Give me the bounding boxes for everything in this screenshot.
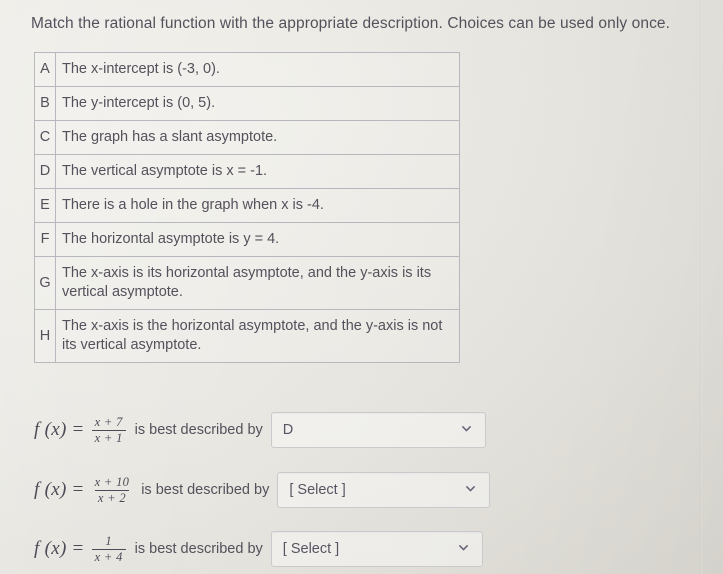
answer-select-1[interactable]: D <box>270 412 486 448</box>
equation-2: f (x) = x + 10 x + 2 <box>34 474 134 505</box>
chevron-down-icon <box>458 542 469 553</box>
fraction: x + 10 x + 2 <box>92 474 133 505</box>
table-row: E There is a hole in the graph when x is… <box>34 188 460 223</box>
choice-letter: H <box>34 309 56 363</box>
chevron-down-icon <box>465 483 476 494</box>
choice-text: The x-intercept is (-3, 0). <box>55 52 460 87</box>
fraction: 1 x + 4 <box>91 533 126 564</box>
choice-letter: D <box>34 154 56 189</box>
function-label: f (x) <box>34 479 67 500</box>
choice-text: The y-intercept is (0, 5). <box>55 86 460 121</box>
choice-text: The x-axis is the horizontal asymptote, … <box>55 309 460 363</box>
equation-1: f (x) = x + 7 x + 1 <box>34 414 128 445</box>
answer-select-2[interactable]: [ Select ] <box>277 472 491 508</box>
table-row: A The x-intercept is (-3, 0). <box>34 52 460 87</box>
fraction-numerator: x + 7 <box>94 414 123 429</box>
choice-text: The vertical asymptote is x = -1. <box>55 154 460 189</box>
table-row: C The graph has a slant asymptote. <box>34 120 460 155</box>
answer-select-3[interactable]: [ Select ] <box>270 531 483 567</box>
chevron-down-icon <box>461 423 472 434</box>
described-by-label: is best described by <box>141 482 270 498</box>
fraction-numerator: 1 <box>105 533 112 548</box>
fraction-denominator: x + 1 <box>91 429 126 445</box>
choice-letter: B <box>34 86 56 121</box>
fraction-denominator: x + 4 <box>91 548 126 564</box>
question-row-3: f (x) = 1 x + 4 is best described by [ S… <box>34 531 483 567</box>
equation-3: f (x) = 1 x + 4 <box>34 533 128 564</box>
choice-text: The graph has a slant asymptote. <box>55 120 460 155</box>
equals-sign: = <box>72 538 84 559</box>
function-label: f (x) <box>34 419 67 440</box>
described-by-label: is best described by <box>134 422 263 438</box>
function-label: f (x) <box>34 538 67 559</box>
choices-table: A The x-intercept is (-3, 0). B The y-in… <box>34 52 460 363</box>
table-row: G The x-axis is its horizontal asymptote… <box>34 256 460 310</box>
table-row: H The x-axis is the horizontal asymptote… <box>34 309 460 363</box>
described-by-label: is best described by <box>134 541 263 557</box>
fraction-numerator: x + 10 <box>94 474 130 489</box>
equals-sign: = <box>72 479 84 500</box>
page-title: Match the rational function with the app… <box>31 15 671 32</box>
question-row-2: f (x) = x + 10 x + 2 is best described b… <box>34 472 491 508</box>
fraction-denominator: x + 2 <box>94 489 129 505</box>
table-row: B The y-intercept is (0, 5). <box>34 86 460 121</box>
choice-letter: G <box>34 256 56 310</box>
choice-letter: E <box>34 188 56 223</box>
answer-select-1-value: D <box>282 422 294 438</box>
equals-sign: = <box>72 419 84 440</box>
table-row: D The vertical asymptote is x = -1. <box>34 154 460 189</box>
fraction: x + 7 x + 1 <box>91 414 126 445</box>
choice-text: The horizontal asymptote is y = 4. <box>55 222 460 257</box>
choice-letter: C <box>34 120 56 155</box>
choice-text: The x-axis is its horizontal asymptote, … <box>55 256 460 310</box>
choice-letter: F <box>34 222 56 257</box>
answer-select-3-value: [ Select ] <box>282 541 340 557</box>
question-row-1: f (x) = x + 7 x + 1 is best described by… <box>34 412 486 448</box>
table-row: F The horizontal asymptote is y = 4. <box>34 222 460 257</box>
choice-letter: A <box>34 52 56 87</box>
answer-select-2-value: [ Select ] <box>289 482 346 498</box>
choice-text: There is a hole in the graph when x is -… <box>55 188 460 223</box>
